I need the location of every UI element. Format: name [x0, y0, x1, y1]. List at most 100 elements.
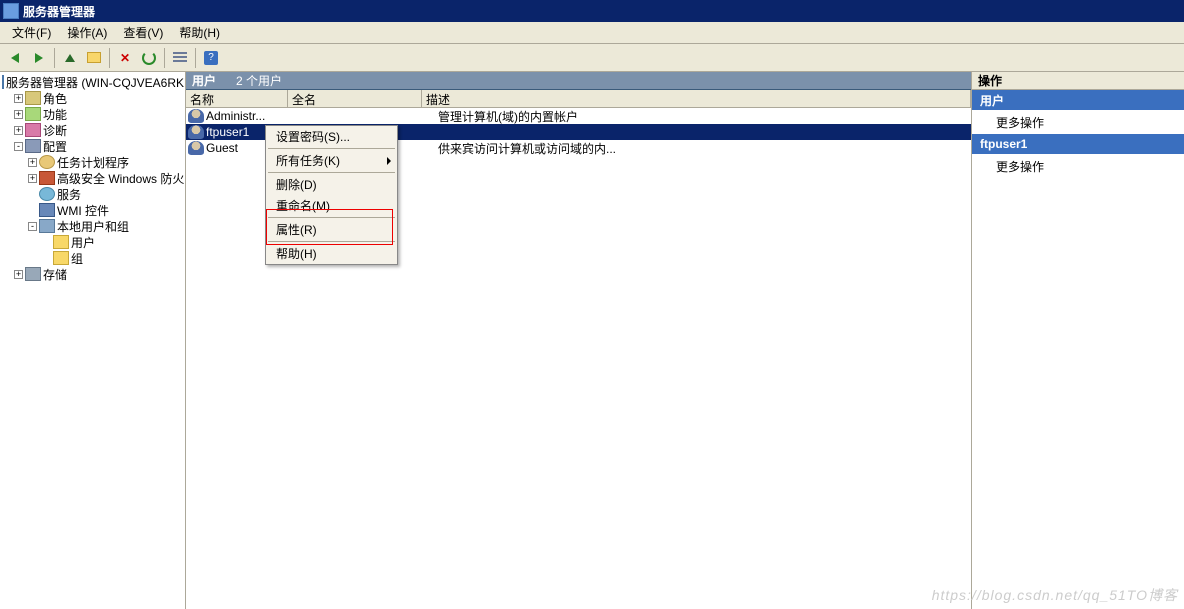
actions-more-users[interactable]: 更多操作 — [972, 110, 1184, 134]
delete-button[interactable]: ✕ — [114, 47, 136, 69]
list-body[interactable]: Administr... 管理计算机(域)的内置帐户 ftpuser1 Gues… — [186, 108, 971, 609]
menu-help[interactable]: 帮助(H) — [173, 22, 226, 43]
actions-section-ftpuser: ftpuser1 — [972, 134, 1184, 154]
user-icon — [188, 125, 204, 139]
table-row[interactable]: Administr... 管理计算机(域)的内置帐户 — [186, 108, 971, 124]
expand-icon[interactable]: + — [28, 174, 37, 183]
toolbar-separator — [195, 48, 196, 68]
role-icon — [25, 91, 41, 105]
folder-icon — [87, 52, 101, 63]
arrow-left-icon — [11, 53, 19, 63]
cell-name: Administr... — [206, 109, 304, 123]
ctx-delete[interactable]: 删除(D) — [266, 174, 397, 195]
tree-roles[interactable]: + 角色 — [0, 90, 185, 106]
col-name[interactable]: 名称 — [186, 90, 288, 107]
menu-view[interactable]: 查看(V) — [117, 22, 169, 43]
list-panel: 用户 2 个用户 名称 全名 描述 Administr... 管理计算机(域)的… — [186, 72, 972, 609]
list-view-button[interactable] — [169, 47, 191, 69]
tree-config[interactable]: - 配置 — [0, 138, 185, 154]
col-fullname[interactable]: 全名 — [288, 90, 422, 107]
actions-more-ftpuser[interactable]: 更多操作 — [972, 154, 1184, 178]
list-count: 2 个用户 — [236, 72, 282, 89]
collapse-icon[interactable]: - — [28, 222, 37, 231]
cell-desc: 管理计算机(域)的内置帐户 — [438, 108, 971, 125]
cell-desc: 供来宾访问计算机或访问域的内... — [438, 140, 971, 157]
menu-separator — [268, 172, 395, 173]
server-icon — [2, 75, 4, 89]
watermark: https://blog.csdn.net/qq_51TO博客 — [932, 585, 1178, 605]
tree-wmi[interactable]: WMI 控件 — [0, 202, 185, 218]
expand-icon[interactable]: + — [14, 126, 23, 135]
tree-label: 任务计划程序 — [57, 154, 129, 171]
toolbar-separator — [54, 48, 55, 68]
tree-label: 角色 — [43, 90, 67, 107]
tree-label: 存储 — [43, 266, 67, 283]
tree-groups[interactable]: 组 — [0, 250, 185, 266]
expand-icon[interactable]: + — [14, 94, 23, 103]
expand-icon[interactable]: + — [28, 158, 37, 167]
expand-icon[interactable]: + — [14, 270, 23, 279]
tree-root[interactable]: 服务器管理器 (WIN-CQJVEA6RKR — [0, 74, 185, 90]
context-menu: 设置密码(S)... 所有任务(K) 删除(D) 重命名(M) 属性(R) 帮助… — [265, 125, 398, 265]
tree-label: 高级安全 Windows 防火 — [57, 170, 184, 187]
tree-diag[interactable]: + 诊断 — [0, 122, 185, 138]
help-button[interactable]: ? — [200, 47, 222, 69]
refresh-button[interactable] — [138, 47, 160, 69]
storage-icon — [25, 267, 41, 281]
tree-localuser[interactable]: - 本地用户和组 — [0, 218, 185, 234]
collapse-icon[interactable]: - — [14, 142, 23, 151]
expand-icon[interactable]: + — [14, 110, 23, 119]
nav-tree[interactable]: 服务器管理器 (WIN-CQJVEA6RKR + 角色 + 功能 + 诊断 - 配置 +… — [0, 72, 186, 609]
tree-task[interactable]: + 任务计划程序 — [0, 154, 185, 170]
menu-bar: 文件(F) 操作(A) 查看(V) 帮助(H) — [0, 22, 1184, 44]
refresh-icon — [142, 51, 156, 65]
ctx-properties[interactable]: 属性(R) — [266, 219, 397, 240]
tree-label: 组 — [71, 250, 83, 267]
arrow-right-icon — [35, 53, 43, 63]
chevron-right-icon — [387, 157, 391, 165]
menu-file[interactable]: 文件(F) — [6, 22, 57, 43]
feature-icon — [25, 107, 41, 121]
help-icon: ? — [204, 51, 218, 65]
tree-features[interactable]: + 功能 — [0, 106, 185, 122]
tree-users[interactable]: 用户 — [0, 234, 185, 250]
actions-section-users: 用户 — [972, 90, 1184, 110]
list-columns: 名称 全名 描述 — [186, 90, 971, 108]
nav-forward-button[interactable] — [28, 47, 50, 69]
folder-button[interactable] — [83, 47, 105, 69]
tree-service[interactable]: 服务 — [0, 186, 185, 202]
list-icon — [173, 52, 187, 64]
tree-firewall[interactable]: + 高级安全 Windows 防火 — [0, 170, 185, 186]
main-area: 服务器管理器 (WIN-CQJVEA6RKR + 角色 + 功能 + 诊断 - 配置 +… — [0, 72, 1184, 609]
ctx-all-tasks[interactable]: 所有任务(K) — [266, 150, 397, 171]
menu-action[interactable]: 操作(A) — [61, 22, 113, 43]
app-icon — [3, 3, 19, 19]
tree-label: 服务器管理器 (WIN-CQJVEA6RKR — [6, 74, 186, 91]
actions-title: 操作 — [972, 72, 1184, 90]
tree-storage[interactable]: + 存储 — [0, 266, 185, 282]
service-icon — [39, 187, 55, 201]
nav-up-button[interactable] — [59, 47, 81, 69]
arrow-up-icon — [65, 54, 75, 62]
tree-label: 本地用户和组 — [57, 218, 129, 235]
task-icon — [39, 155, 55, 169]
folder-icon — [53, 251, 69, 265]
tree-label: 功能 — [43, 106, 67, 123]
tree-label: 诊断 — [43, 122, 67, 139]
tree-label: 配置 — [43, 138, 67, 155]
toolbar-separator — [164, 48, 165, 68]
ctx-set-password[interactable]: 设置密码(S)... — [266, 126, 397, 147]
config-icon — [25, 139, 41, 153]
list-header: 用户 2 个用户 — [186, 72, 971, 90]
diag-icon — [25, 123, 41, 137]
user-icon — [188, 141, 204, 155]
menu-separator — [268, 148, 395, 149]
tree-label: 用户 — [71, 234, 95, 251]
col-desc[interactable]: 描述 — [422, 90, 971, 107]
window-title: 服务器管理器 — [23, 3, 95, 20]
ctx-help[interactable]: 帮助(H) — [266, 243, 397, 264]
actions-panel: 操作 用户 更多操作 ftpuser1 更多操作 — [972, 72, 1184, 609]
nav-back-button[interactable] — [4, 47, 26, 69]
list-title: 用户 — [192, 72, 216, 89]
ctx-rename[interactable]: 重命名(M) — [266, 195, 397, 216]
